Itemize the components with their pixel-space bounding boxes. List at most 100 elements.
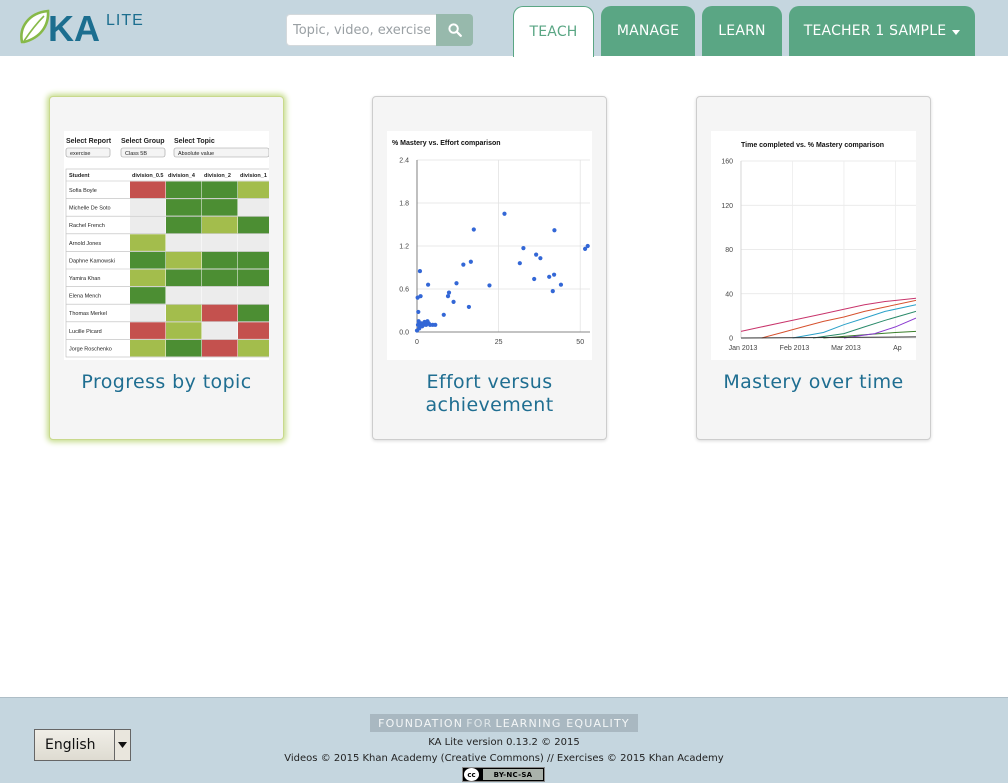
progress-cell [130,287,166,304]
chart-title: % Mastery vs. Effort comparison [392,140,501,147]
y-tick-label: 0 [729,336,733,343]
tab-learn[interactable]: LEARN [702,6,782,56]
x-tick-label: Ap [893,345,902,352]
progress-cell [238,216,269,234]
report-card-effort-vs-achievement[interactable]: % Mastery vs. Effort comparison 0.0 0.6 1.2… [372,96,607,440]
progress-cell [238,234,269,251]
data-point [416,309,421,315]
progress-cell [202,199,238,216]
tab-teach-label: TEACH [529,24,578,40]
progress-cell [202,216,238,234]
tab-manage[interactable]: MANAGE [601,6,695,56]
student-name: Michelle De Soto [69,206,111,212]
report-card-progress-by-topic[interactable]: Select Report exercise Select Group Class 5… [49,96,284,440]
select-value: Absolute value [178,151,214,157]
select-value: exercise [70,151,90,157]
top-navbar: KA LITE TEACH MANAGE LEARN TEACHER 1 SAM… [0,0,1008,57]
data-point [551,272,557,277]
data-point [425,282,431,287]
data-point [454,281,459,286]
search-form [286,14,473,46]
progress-cell [166,216,202,234]
scatter-chart: % Mastery vs. Effort comparison 0.0 0.6 1.2… [392,140,590,346]
data-point [461,262,466,267]
data-point [446,290,452,295]
student-name: Lucille Picard [69,329,102,335]
y-tick-label: 1.8 [399,201,409,208]
line-chart: Time completed vs. % Mastery comparison 0… [721,142,916,352]
data-point [538,256,543,261]
ka-lite-logo[interactable]: KA LITE [18,8,163,49]
logo-lite-text: LITE [106,12,144,29]
select-label: Select Topic [174,138,215,145]
student-name: Rachel French [69,223,105,229]
y-tick-label: 160 [721,159,733,166]
card-title: Progress by topic [81,371,252,393]
data-point [585,243,590,249]
progress-cell [238,304,269,322]
data-point [451,299,456,304]
data-point [468,259,473,264]
select-value: Class 5B [125,151,147,157]
search-input[interactable] [286,14,436,46]
y-tick-label: 2.4 [399,158,409,165]
data-point [417,268,423,274]
progress-cell [130,269,166,287]
data-point [466,304,471,310]
progress-by-topic-thumbnail: Select Report exercise Select Group Class 5… [64,131,269,360]
column-header: division_0.5 [132,173,164,179]
tab-learn-label: LEARN [718,23,766,39]
credits-text: Videos © 2015 Khan Academy (Creative Com… [284,753,724,764]
logo-ka-text: KA [48,8,100,46]
fle-logo-mid: FOR [466,716,493,730]
x-tick-label: Feb 2013 [780,345,810,352]
progress-cell [166,304,202,322]
progress-cell [166,181,202,199]
student-name: Jorge Roschenko [69,346,112,352]
progress-cell [166,251,202,269]
tab-teach[interactable]: TEACH [513,6,594,57]
footer: English FOUNDATION FOR LEARNING EQUALITY… [0,697,1008,783]
fle-logo-right: LEARNING EQUALITY [495,716,630,730]
progress-cell [130,304,166,322]
progress-cell [238,287,269,304]
progress-cell [238,339,269,357]
progress-cell [202,269,238,287]
progress-cell [130,251,166,269]
progress-cell [166,234,202,251]
data-point [487,283,492,288]
cc-icon: cc [464,768,479,781]
select-label: Select Group [121,138,165,145]
progress-cell [202,304,238,322]
y-tick-label: 120 [721,203,733,210]
data-point [517,261,522,266]
user-menu-dropdown[interactable]: TEACHER 1 SAMPLE [789,6,975,56]
fle-logo[interactable]: FOUNDATION FOR LEARNING EQUALITY [370,714,638,732]
progress-cell [166,339,202,357]
y-tick-label: 40 [725,291,733,298]
y-tick-label: 0.0 [399,330,409,337]
progress-cell [166,199,202,216]
progress-cell [130,322,166,339]
series-line [792,304,916,339]
x-tick-label: Mar 2013 [831,345,861,352]
column-header: division_1 [240,173,267,179]
cc-license-badge[interactable]: cc BY-NC-SA [462,767,545,782]
search-button[interactable] [436,14,473,46]
data-point [502,211,507,216]
x-tick-label: Jan 2013 [729,345,758,352]
progress-cell [202,181,238,199]
progress-cell [238,181,269,199]
student-name: Sofia Boyle [69,188,97,194]
column-header: division_2 [204,173,231,179]
data-point [550,289,555,294]
select-label: Select Report [66,138,112,145]
data-point [521,246,526,251]
progress-cell [202,322,238,339]
report-card-mastery-over-time[interactable]: Time completed vs. % Mastery comparison 0… [696,96,931,440]
user-menu-label: TEACHER 1 SAMPLE [803,23,947,39]
series-line [740,297,916,332]
search-icon [447,23,462,37]
data-point [418,294,423,299]
data-point [534,252,539,257]
